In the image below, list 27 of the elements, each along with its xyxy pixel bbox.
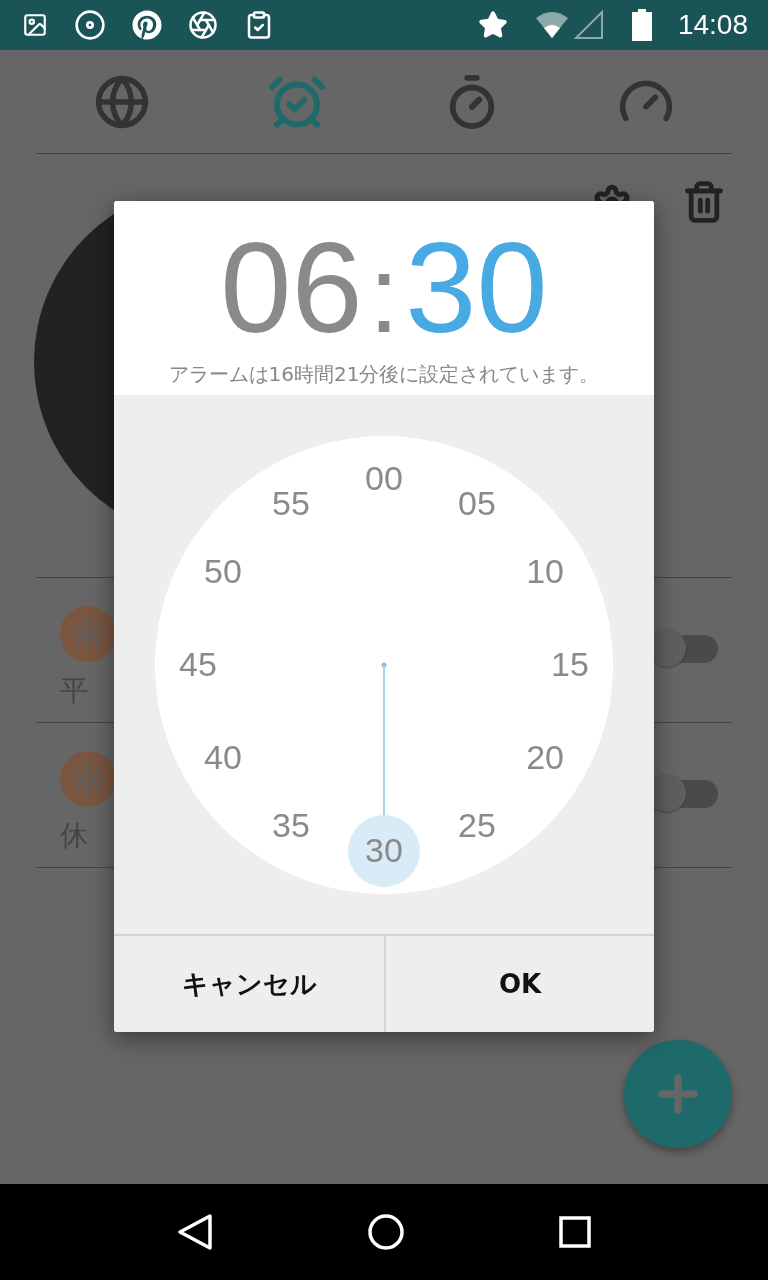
recents-button[interactable] (558, 1216, 591, 1248)
signal-icon (533, 10, 606, 40)
disc-icon (74, 9, 106, 41)
sun-icon (60, 606, 116, 662)
battery-icon (631, 9, 652, 41)
clock-dial[interactable]: 00 05 10 15 20 25 30 35 40 45 50 55 (155, 435, 613, 894)
trash-icon (682, 180, 726, 224)
hour-display[interactable]: 06 (220, 213, 363, 363)
alarm-message: アラームは16時間21分後に設定されています。 (168, 361, 600, 388)
home-button[interactable] (368, 1214, 404, 1250)
settings-icon[interactable] (592, 184, 632, 202)
minute-display[interactable]: 30 (405, 213, 548, 363)
dialog-button[interactable]: キャンセル (114, 936, 384, 1032)
minute-option[interactable]: 00 (348, 442, 420, 515)
time-separator: : (368, 231, 400, 357)
minute-option[interactable]: 15 (534, 628, 606, 701)
globe-icon (94, 73, 151, 130)
pinterest-icon (132, 10, 162, 40)
minute-option[interactable]: 45 (162, 628, 234, 701)
back-button[interactable] (177, 1213, 214, 1251)
gallery-icon (22, 12, 48, 38)
star-icon (477, 10, 508, 40)
sun-icon (60, 751, 116, 807)
status-time: 14:08 (677, 9, 748, 41)
delete-button[interactable] (682, 180, 726, 224)
dialog-button[interactable]: OK (384, 936, 654, 1032)
minute-option[interactable]: 30 (348, 814, 420, 887)
